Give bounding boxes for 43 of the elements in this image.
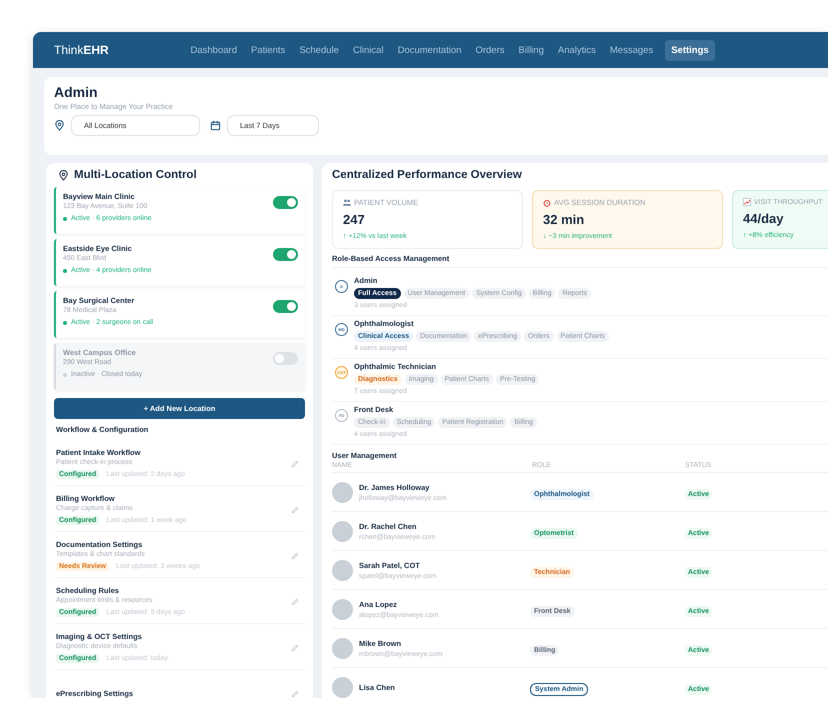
nav-tab[interactable]: Clinical [346, 40, 390, 60]
nav-tab[interactable]: Patients [244, 40, 292, 60]
pencil-icon[interactable] [291, 598, 299, 606]
panel-title: Multi-Location Control [74, 169, 197, 181]
nav-tab[interactable]: Orders [468, 40, 512, 60]
avatar-placeholder [332, 598, 353, 620]
pencil-icon[interactable] [291, 552, 299, 560]
avatar-placeholder [332, 676, 353, 698]
status-dot-icon [63, 216, 67, 220]
status-dot-icon [63, 320, 67, 324]
pencil-icon[interactable] [291, 644, 299, 652]
nav-tab[interactable]: Messages [603, 40, 660, 60]
status-dot-icon [63, 268, 67, 272]
people-icon [343, 199, 351, 206]
stat-value: 44/day [743, 211, 784, 226]
avatar-placeholder [332, 482, 353, 502]
toggle-switch[interactable] [273, 196, 298, 209]
nav-tab[interactable]: Documentation [391, 40, 468, 60]
avatar-placeholder [332, 638, 353, 658]
map-pin-icon [58, 170, 69, 180]
nav-tab[interactable]: Analytics [551, 40, 602, 60]
nav-tab[interactable]: Settings [664, 40, 716, 60]
nav-tab[interactable]: Schedule [292, 40, 346, 60]
chart-icon [743, 198, 751, 206]
pencil-icon[interactable] [291, 690, 299, 698]
toggle-switch[interactable] [273, 352, 298, 365]
stat-value: 247 [343, 212, 366, 227]
status-dot-icon [63, 372, 67, 376]
toggle-switch[interactable] [273, 300, 298, 313]
toggle-switch[interactable] [273, 248, 298, 261]
stat-value: 32 min [543, 212, 586, 227]
pencil-icon[interactable] [291, 460, 299, 468]
alarm-clock-icon [543, 198, 551, 206]
pencil-icon[interactable] [291, 506, 299, 514]
map-pin-icon [54, 120, 65, 131]
page-title: Admin [54, 84, 99, 100]
panel-title: Centralized Performance Overview [332, 169, 523, 181]
app-logo[interactable]: ThinkEHR [54, 43, 184, 57]
nav-tab[interactable]: Billing [512, 40, 550, 60]
calendar-icon [210, 120, 221, 131]
avatar-placeholder [332, 520, 353, 542]
nav-tab[interactable]: Dashboard [184, 40, 244, 60]
avatar-placeholder [332, 560, 353, 580]
